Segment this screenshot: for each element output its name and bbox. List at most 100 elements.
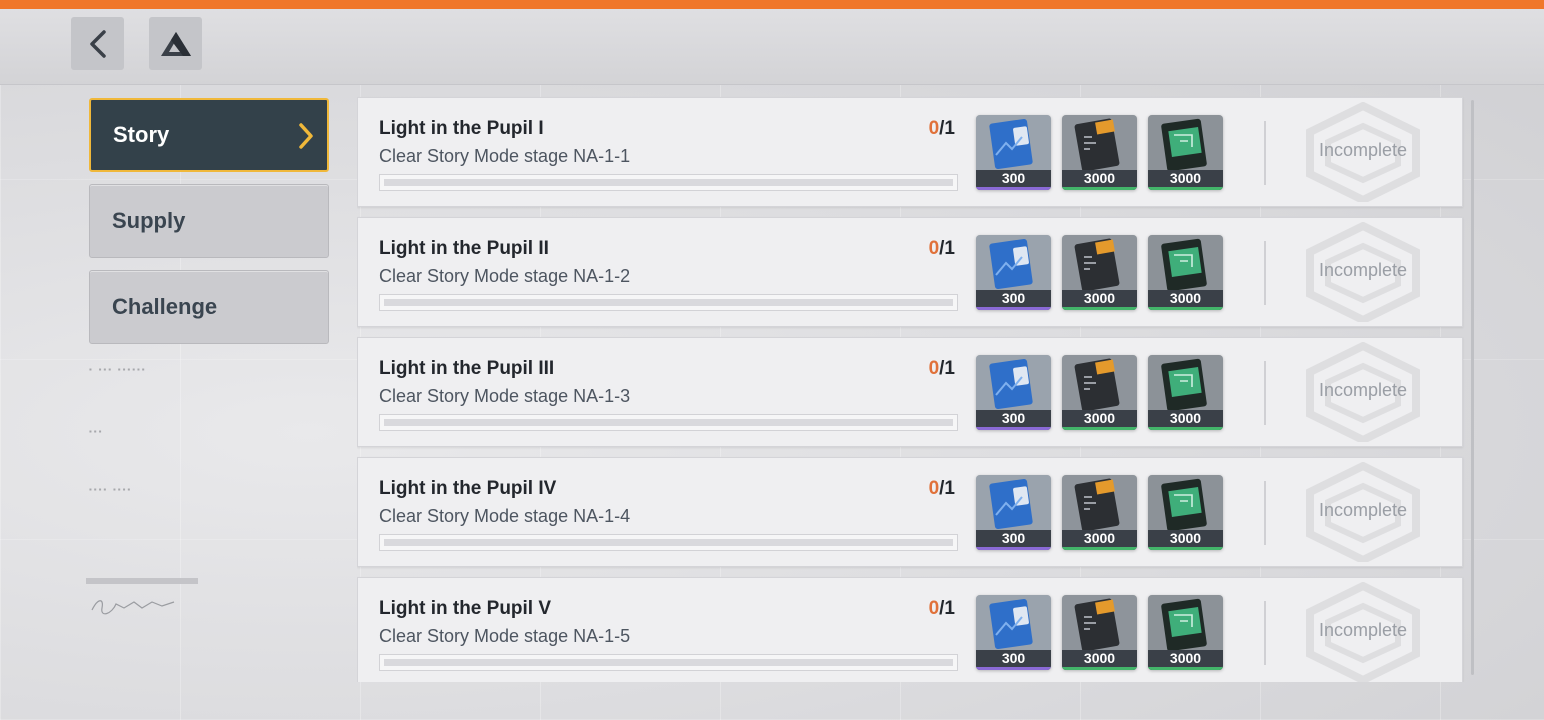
orange-ticket-icon xyxy=(1062,595,1137,650)
decor-barcode xyxy=(86,578,198,584)
task-status: Incomplete xyxy=(1318,620,1408,640)
reward-item[interactable]: 3000 xyxy=(1062,475,1137,550)
task-progress-bar xyxy=(379,414,958,431)
reward-quantity: 3000 xyxy=(1148,170,1223,190)
task-progress-bar xyxy=(379,174,958,191)
green-chip-icon xyxy=(1148,115,1223,170)
blue-card-icon xyxy=(976,355,1051,410)
task-progress-count: 0/1 xyxy=(923,598,955,620)
green-chip-icon xyxy=(1148,595,1223,650)
reward-item[interactable]: 300 xyxy=(976,355,1051,430)
reward-item[interactable]: 3000 xyxy=(1148,595,1223,670)
task-progress-bar xyxy=(379,294,958,311)
task-description: Clear Story Mode stage NA-1-1 xyxy=(379,146,631,166)
reward-item[interactable]: 300 xyxy=(976,115,1051,190)
task-status: Incomplete xyxy=(1318,140,1408,160)
progress-track xyxy=(384,179,953,186)
task-description: Clear Story Mode stage NA-1-4 xyxy=(379,506,631,526)
progress-track xyxy=(384,299,953,306)
green-chip-icon xyxy=(1148,475,1223,530)
reward-quantity: 3000 xyxy=(1062,170,1137,190)
task-status: Incomplete xyxy=(1318,260,1408,280)
task-description: Clear Story Mode stage NA-1-2 xyxy=(379,266,631,286)
reward-item[interactable]: 300 xyxy=(976,235,1051,310)
task-progress-count: 0/1 xyxy=(923,118,955,140)
reward-quantity: 3000 xyxy=(1148,410,1223,430)
chevron-right-icon xyxy=(299,123,313,149)
progress-current: 0 xyxy=(928,238,940,259)
progress-current: 0 xyxy=(928,118,940,139)
reward-quantity: 3000 xyxy=(1062,290,1137,310)
task-card: Light in the Pupil II Clear Story Mode s… xyxy=(357,217,1463,327)
reward-item[interactable]: 3000 xyxy=(1062,115,1137,190)
reward-item[interactable]: 3000 xyxy=(1148,475,1223,550)
reward-quantity: 3000 xyxy=(1062,650,1137,670)
tab-story[interactable]: Story xyxy=(89,98,329,172)
task-progress-bar xyxy=(379,534,958,551)
task-title: Light in the Pupil I xyxy=(379,118,544,139)
task-progress-count: 0/1 xyxy=(923,478,955,500)
top-header xyxy=(0,9,1544,85)
orange-ticket-icon xyxy=(1062,235,1137,290)
task-description: Clear Story Mode stage NA-1-5 xyxy=(379,626,631,646)
task-card: Light in the Pupil III Clear Story Mode … xyxy=(357,337,1463,447)
progress-current: 0 xyxy=(928,478,940,499)
decor-text: ▪ ▪▪▪ ▪▪▪▪▪▪ xyxy=(88,366,146,375)
task-list[interactable]: Light in the Pupil I Clear Story Mode st… xyxy=(357,96,1465,682)
task-status: Incomplete xyxy=(1318,380,1408,400)
orange-ticket-icon xyxy=(1062,355,1137,410)
tab-label: Story xyxy=(113,122,170,147)
progress-total: /1 xyxy=(939,118,955,139)
task-status: Incomplete xyxy=(1318,500,1408,520)
progress-current: 0 xyxy=(928,598,940,619)
task-card: Light in the Pupil I Clear Story Mode st… xyxy=(357,97,1463,207)
top-accent-bar xyxy=(0,0,1544,9)
task-progress-count: 0/1 xyxy=(923,238,955,260)
blue-card-icon xyxy=(976,235,1051,290)
card-divider xyxy=(1264,241,1266,305)
blue-card-icon xyxy=(976,595,1051,650)
tab-label: Supply xyxy=(112,208,186,233)
progress-total: /1 xyxy=(939,478,955,499)
reward-quantity: 300 xyxy=(976,530,1051,550)
progress-track xyxy=(384,419,953,426)
scrollbar[interactable] xyxy=(1471,100,1474,675)
task-progress-count: 0/1 xyxy=(923,358,955,380)
tab-challenge[interactable]: Challenge xyxy=(89,270,329,344)
reward-item[interactable]: 3000 xyxy=(1062,595,1137,670)
reward-quantity: 300 xyxy=(976,290,1051,310)
blue-card-icon xyxy=(976,475,1051,530)
blue-card-icon xyxy=(976,115,1051,170)
tab-label: Challenge xyxy=(112,294,218,319)
tab-supply[interactable]: Supply xyxy=(89,184,329,258)
progress-total: /1 xyxy=(939,358,955,379)
reward-item[interactable]: 3000 xyxy=(1148,235,1223,310)
reward-quantity: 3000 xyxy=(1062,530,1137,550)
reward-item[interactable]: 3000 xyxy=(1062,355,1137,430)
task-card: Light in the Pupil V Clear Story Mode st… xyxy=(357,577,1463,682)
reward-quantity: 300 xyxy=(976,170,1051,190)
home-button[interactable] xyxy=(149,17,202,70)
chevron-left-icon xyxy=(89,29,106,58)
green-chip-icon xyxy=(1148,235,1223,290)
reward-quantity: 3000 xyxy=(1062,410,1137,430)
reward-item[interactable]: 3000 xyxy=(1062,235,1137,310)
reward-item[interactable]: 300 xyxy=(976,475,1051,550)
reward-quantity: 300 xyxy=(976,410,1051,430)
task-title: Light in the Pupil IV xyxy=(379,478,557,499)
progress-total: /1 xyxy=(939,238,955,259)
reward-item[interactable]: 3000 xyxy=(1148,115,1223,190)
reward-item[interactable]: 300 xyxy=(976,595,1051,670)
card-divider xyxy=(1264,601,1266,665)
card-divider xyxy=(1264,121,1266,185)
task-title: Light in the Pupil V xyxy=(379,598,552,619)
orange-ticket-icon xyxy=(1062,475,1137,530)
task-description: Clear Story Mode stage NA-1-3 xyxy=(379,386,631,406)
reward-item[interactable]: 3000 xyxy=(1148,355,1223,430)
task-title: Light in the Pupil II xyxy=(379,238,549,259)
progress-track xyxy=(384,539,953,546)
back-button[interactable] xyxy=(71,17,124,70)
progress-current: 0 xyxy=(928,358,940,379)
card-divider xyxy=(1264,481,1266,545)
reward-quantity: 300 xyxy=(976,650,1051,670)
